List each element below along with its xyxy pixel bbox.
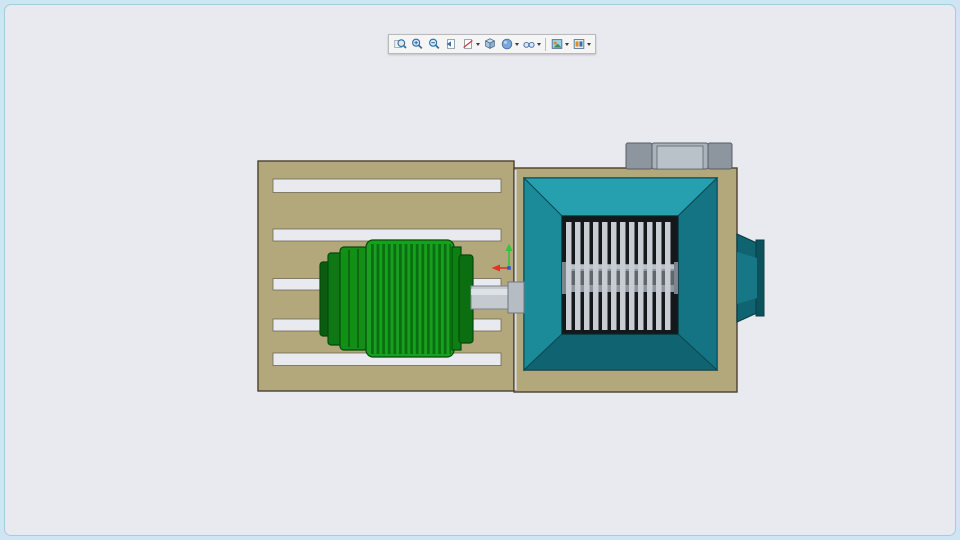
edit-appearance-button[interactable] xyxy=(549,36,570,52)
view-orientation-button[interactable] xyxy=(482,36,498,52)
zoom-to-area-icon xyxy=(412,38,423,49)
hide-show-items-button[interactable] xyxy=(521,36,542,52)
hide-show-items-icon xyxy=(523,41,535,48)
zoom-to-fit-button[interactable] xyxy=(392,36,408,52)
zoom-out-icon xyxy=(429,38,440,49)
discharge-chute[interactable] xyxy=(736,233,765,323)
edit-appearance-icon xyxy=(551,39,563,49)
previous-view-button[interactable] xyxy=(443,36,459,52)
zoom-to-area-button[interactable] xyxy=(409,36,425,52)
frame-seam xyxy=(514,170,517,390)
section-view-button[interactable] xyxy=(460,36,481,52)
heads-up-toolbar xyxy=(388,34,596,54)
view-orientation-icon xyxy=(484,38,496,50)
bearing-bracket[interactable] xyxy=(625,142,733,170)
dropdown-arrow-icon xyxy=(476,42,480,46)
dropdown-arrow-icon xyxy=(515,42,519,46)
blade-stack xyxy=(566,222,672,330)
dropdown-arrow-icon xyxy=(587,42,591,46)
cad-window xyxy=(0,0,960,540)
chute-face xyxy=(737,252,757,304)
zoom-to-fit-icon xyxy=(394,39,407,49)
model-view[interactable] xyxy=(0,0,960,540)
view-settings-button[interactable] xyxy=(571,36,592,52)
view-settings-icon xyxy=(573,39,585,49)
dropdown-arrow-icon xyxy=(565,42,569,46)
display-style-button[interactable] xyxy=(499,36,520,52)
previous-view-icon xyxy=(446,39,455,49)
display-style-icon xyxy=(501,38,513,50)
electric-motor[interactable] xyxy=(319,239,474,358)
coupling[interactable] xyxy=(507,281,525,314)
section-view-icon xyxy=(463,39,473,49)
motor-fins xyxy=(371,244,451,354)
dropdown-arrow-icon xyxy=(537,42,541,46)
motor-shaft[interactable] xyxy=(470,281,525,314)
toolbar-divider xyxy=(545,37,546,51)
zoom-out-button[interactable] xyxy=(426,36,442,52)
shredder-blades[interactable] xyxy=(562,222,678,330)
